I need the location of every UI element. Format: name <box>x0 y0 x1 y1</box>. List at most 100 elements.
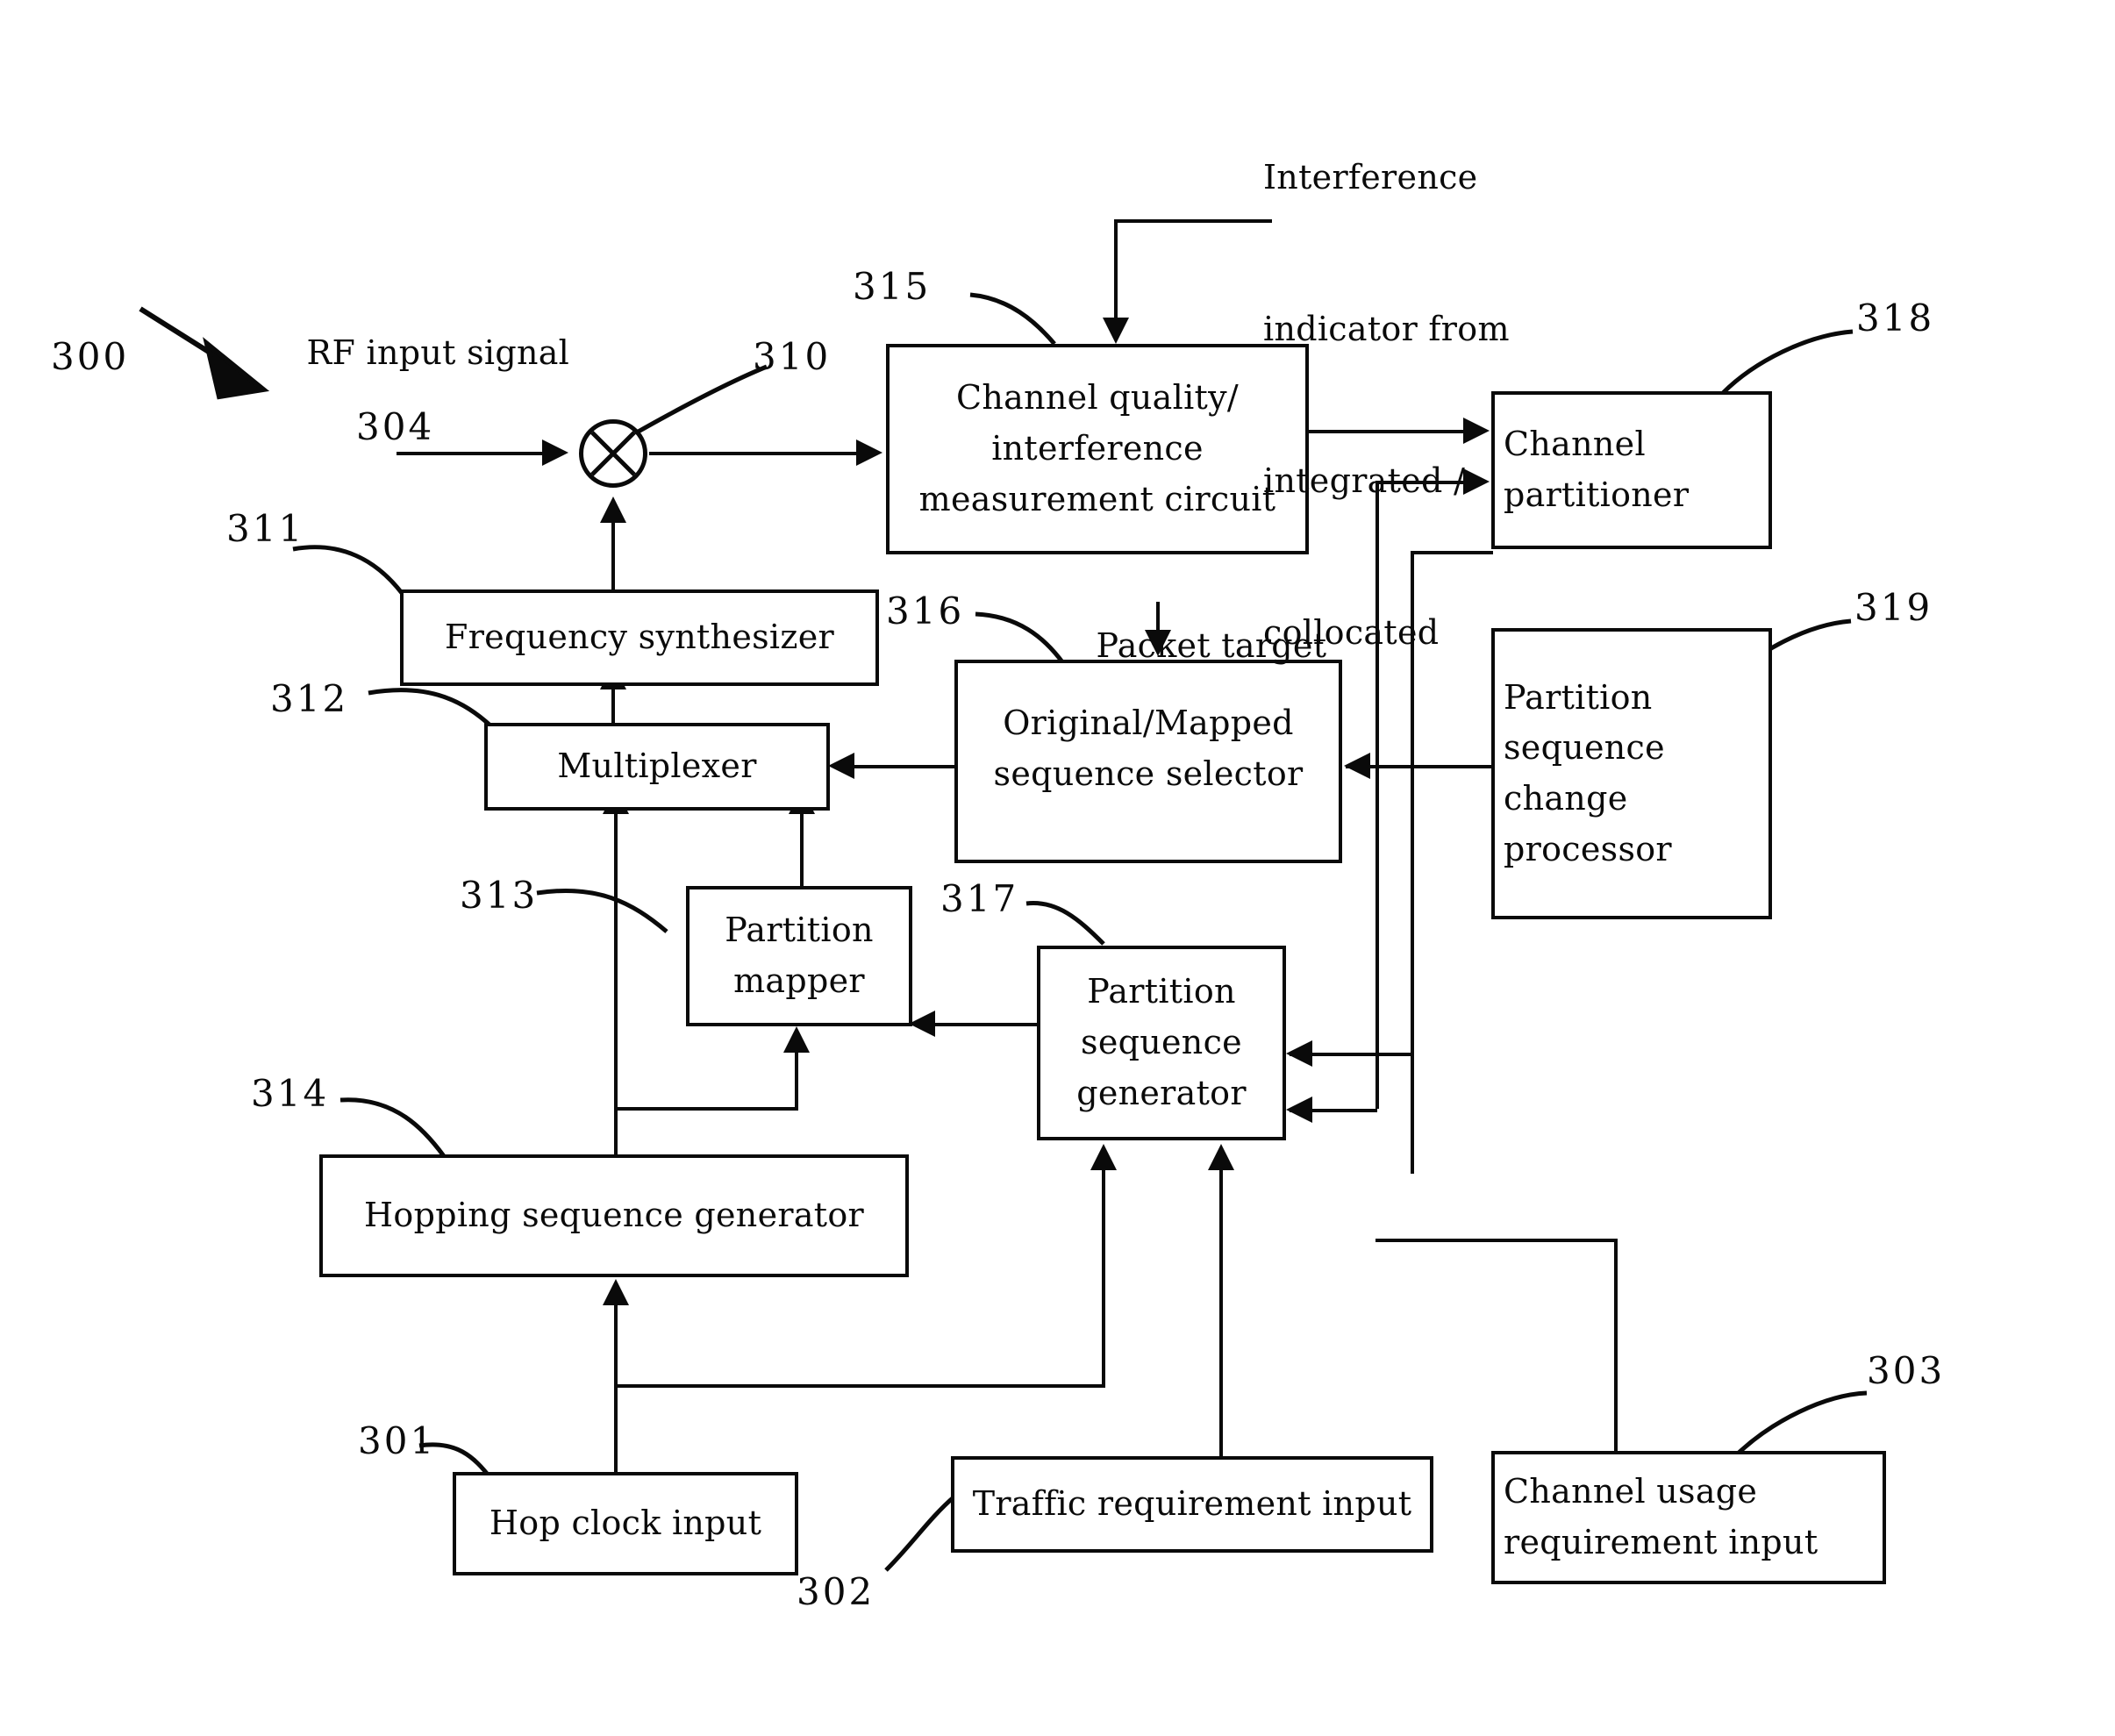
block-label: Multiplexer <box>557 747 757 786</box>
label-line-3: change <box>1504 779 1628 818</box>
conn-psg-to-mapper <box>919 1023 1039 1026</box>
ref-numeral-302: 302 <box>797 1570 875 1613</box>
label-line-1: Partition <box>725 911 874 950</box>
block-label: Channel partitioner <box>1504 419 1760 521</box>
conn-usage-input-horizontal <box>1375 1239 1618 1242</box>
block-label: Hop clock input <box>489 1504 762 1543</box>
ref-313-leader <box>536 888 668 933</box>
arrowhead-interference-into-measurement <box>1103 318 1129 344</box>
conn-hopclock-to-hopgen <box>614 1302 618 1474</box>
block-label: Partition sequence change processor <box>1504 673 1760 875</box>
ref-numeral-304: 304 <box>356 405 435 448</box>
ref-316-leader <box>975 611 1066 665</box>
ref-numeral-315: 315 <box>853 265 932 308</box>
block-label: Channel usage requirement input <box>1504 1467 1874 1568</box>
block-label: Traffic requirement input <box>972 1484 1412 1524</box>
arrowhead-hopclock-into-psg <box>1090 1144 1117 1170</box>
conn-usage-input-vertical <box>1614 1239 1618 1453</box>
arrowhead-psg-to-mapper <box>909 1011 935 1037</box>
label-line-2: sequence <box>1504 728 1665 768</box>
ref-314-leader <box>339 1097 447 1158</box>
mixer-multiplier-symbol[interactable] <box>579 419 647 488</box>
label-line-2: sequence <box>1081 1023 1242 1062</box>
label-line-2: mapper <box>733 961 865 1000</box>
arrowhead-selector-to-multiplexer <box>828 753 854 779</box>
block-channel-quality-interference-measurement-circuit[interactable]: Channel quality/ interference measuremen… <box>886 344 1309 554</box>
annotation-packet-target: Packet target <box>1053 570 1326 722</box>
block-traffic-requirement-input[interactable]: Traffic requirement input <box>951 1456 1433 1553</box>
ref-317-leader <box>1025 901 1105 946</box>
block-label: Hopping sequence generator <box>363 1196 864 1235</box>
label-line-2: interference <box>991 429 1204 468</box>
conn-hopclock-branch-horizontal <box>614 1384 1105 1388</box>
label-line-2: sequence selector <box>993 754 1304 793</box>
conn-selector-to-multiplexer <box>842 765 954 768</box>
block-partition-sequence-change-processor[interactable]: Partition sequence change processor <box>1491 628 1772 919</box>
block-label: Frequency synthesizer <box>445 618 834 657</box>
ref-numeral-313: 313 <box>460 874 539 917</box>
arrowhead-into-psg-lower <box>1286 1097 1312 1123</box>
conn-mux-to-synth <box>611 686 615 723</box>
annotation-line-2: indicator from <box>1263 309 1510 348</box>
ref-315-leader <box>969 292 1056 346</box>
block-label: Partition mapper <box>725 905 874 1007</box>
conn-hopclock-branch-riser <box>1102 1167 1105 1386</box>
ref-311-leader <box>292 545 404 595</box>
ref-318-leader <box>1721 329 1854 395</box>
ref-numeral-316: 316 <box>886 589 965 632</box>
label-line-4: processor <box>1504 829 1672 868</box>
block-hop-clock-input[interactable]: Hop clock input <box>453 1472 798 1575</box>
block-channel-usage-requirement-input[interactable]: Channel usage requirement input <box>1491 1451 1886 1584</box>
label-line-3: measurement circuit <box>918 479 1276 518</box>
block-frequency-synthesizer[interactable]: Frequency synthesizer <box>400 589 879 686</box>
block-partition-mapper[interactable]: Partition mapper <box>686 886 912 1026</box>
label-line-2: partitioner <box>1504 475 1690 514</box>
ref-numeral-311: 311 <box>226 507 305 550</box>
label-line-1: Partition <box>1504 677 1653 717</box>
conn-mixer-to-measurement <box>649 452 858 455</box>
conn-interference-indicator-vertical <box>1114 219 1118 323</box>
label-line-2: requirement input <box>1504 1523 1818 1561</box>
conn-synth-to-mixer <box>611 519 615 591</box>
block-partition-sequence-generator[interactable]: Partition sequence generator <box>1037 946 1286 1140</box>
patent-figure-canvas: Channel quality/ interference measuremen… <box>0 0 2115 1736</box>
ref-numeral-310: 310 <box>753 335 832 378</box>
block-label: Partition sequence generator <box>1076 967 1247 1118</box>
block-channel-partitioner[interactable]: Channel partitioner <box>1491 391 1772 549</box>
conn-hopgen-top-stub <box>614 1132 618 1156</box>
conn-mapper-bottom-riser <box>795 1049 798 1109</box>
label-line-1: Partition <box>1087 972 1236 1011</box>
ref-numeral-300: 300 <box>51 335 130 378</box>
arrowhead-into-mapper-bottom <box>783 1026 810 1053</box>
ref-312-leader <box>368 688 493 728</box>
arrowhead-rf-to-mixer <box>542 439 568 466</box>
arrowhead-into-psg-upper <box>1286 1040 1312 1067</box>
annotation-line-3: integrated / <box>1263 461 1466 500</box>
label-line-1: Channel quality/ <box>956 378 1239 418</box>
ref-numeral-314: 314 <box>251 1072 330 1115</box>
annotation-text: Packet target <box>1096 625 1327 665</box>
arrowhead-traffic-into-psg <box>1208 1144 1234 1170</box>
block-multiplexer[interactable]: Multiplexer <box>484 723 830 811</box>
ref-302-leader <box>884 1495 956 1572</box>
annotation-text: RF input signal <box>306 332 570 372</box>
ref-numeral-318: 318 <box>1856 296 1935 339</box>
ref-numeral-303: 303 <box>1867 1349 1946 1392</box>
ref-numeral-319: 319 <box>1854 586 1933 629</box>
ref-numeral-317: 317 <box>940 877 1019 920</box>
ref-300-pointer <box>139 306 270 400</box>
arrowhead-mixer-to-measurement <box>856 439 882 466</box>
conn-hopgen-to-mux-vertical <box>614 811 618 1133</box>
label-line-1: Channel <box>1504 425 1646 464</box>
annotation-line-1: Interference <box>1263 157 1478 196</box>
block-label: Channel quality/ interference measuremen… <box>919 373 1276 525</box>
label-line-1: Channel usage <box>1504 1472 1758 1511</box>
block-hopping-sequence-generator[interactable]: Hopping sequence generator <box>319 1154 909 1277</box>
ref-303-leader <box>1735 1390 1868 1456</box>
label-line-3: generator <box>1076 1073 1247 1112</box>
conn-mapper-to-mux <box>800 811 804 886</box>
arrowhead-synth-to-mixer <box>600 497 626 523</box>
ref-numeral-301: 301 <box>358 1419 437 1462</box>
conn-rf-input-to-mixer <box>397 452 544 455</box>
ref-310-leader <box>633 364 768 436</box>
